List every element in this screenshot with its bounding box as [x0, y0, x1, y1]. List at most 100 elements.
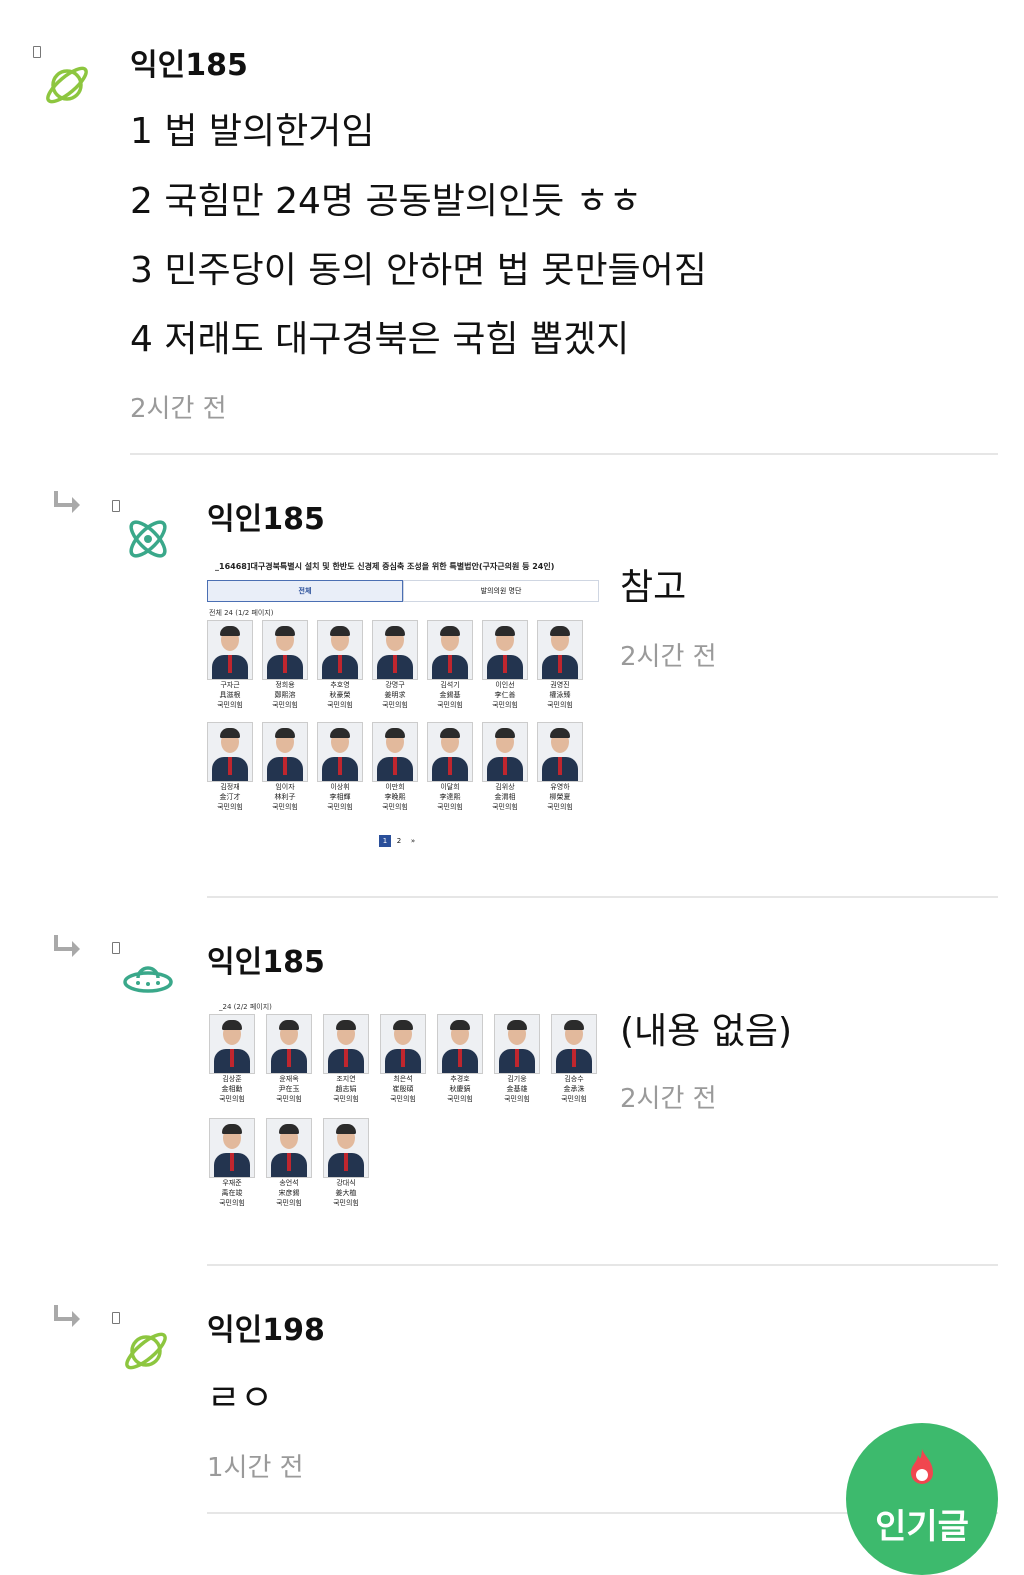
comment-author: 익인185 [207, 502, 325, 537]
tab-all[interactable]: 전체 [207, 580, 403, 602]
member-hanja: 宋彦錫 [278, 1189, 300, 1197]
member-hanja: 林利子 [274, 793, 296, 801]
member-card[interactable]: 이인선 李仁善 국민의힘 [482, 620, 528, 710]
member-card[interactable]: 김기웅 金基雄 국민의힘 [494, 1014, 540, 1104]
member-card[interactable]: 이만희 李晩熙 국민의힘 [372, 722, 418, 812]
planet-icon [42, 60, 92, 110]
member-card[interactable]: 추경호 秋慶鎬 국민의힘 [437, 1014, 483, 1104]
member-name: 이상휘 [330, 783, 350, 791]
menu-indicator-icon[interactable] [112, 1312, 120, 1324]
member-card[interactable]: 김상훈 金相勳 국민의힘 [209, 1014, 255, 1104]
member-card[interactable]: 윤재옥 尹在玉 국민의힘 [266, 1014, 312, 1104]
member-photo [537, 722, 583, 782]
member-party: 국민의힘 [547, 803, 573, 811]
menu-indicator-icon[interactable] [33, 46, 41, 58]
member-hanja: 鄭熙溶 [274, 691, 296, 699]
member-card[interactable]: 김승수 金承洙 국민의힘 [551, 1014, 597, 1104]
attached-image[interactable]: _24 (2/2 페이지) 김상훈 金相勳 국민의힘 윤재옥 尹在玉 국민의힘 조지연 趙志娟… [207, 998, 601, 1218]
member-hanja: 權泳臻 [549, 691, 571, 699]
member-party: 국민의힘 [447, 1095, 473, 1103]
member-name: 권영진 [550, 681, 570, 689]
member-name: 김승수 [564, 1075, 584, 1083]
member-name: 우재준 [222, 1179, 242, 1187]
comment-time: 2시간 전 [620, 1084, 717, 1114]
member-photo [482, 722, 528, 782]
member-card[interactable]: 이상휘 李相輝 국민의힘 [317, 722, 363, 812]
member-grid: 김상훈 金相勳 국민의힘 윤재옥 尹在玉 국민의힘 조지연 趙志娟 국민의힘 최은석 崔殷碩 국민의힘… [209, 1014, 601, 1218]
member-hanja: 姜明求 [384, 691, 406, 699]
member-name: 추호영 [330, 681, 350, 689]
member-card[interactable]: 추호영 秋豪榮 국민의힘 [317, 620, 363, 710]
member-card[interactable]: 김정재 金汀才 국민의힘 [207, 722, 253, 812]
menu-indicator-icon[interactable] [112, 500, 120, 512]
bill-title: _16468]대구경북특별시 설치 및 한반도 신경제 중심축 조성을 위한 특… [215, 562, 555, 571]
member-name: 김상훈 [222, 1075, 242, 1083]
member-photo [207, 620, 253, 680]
member-card[interactable]: 송언석 宋彦錫 국민의힘 [266, 1118, 312, 1208]
comment-line-2: 2 국힘만 24명 공동발의인듯 ㅎㅎ [130, 181, 642, 222]
member-card[interactable]: 유영하 柳榮夏 국민의힘 [537, 722, 583, 812]
member-hanja: 李達熙 [439, 793, 461, 801]
member-card[interactable]: 우재준 禹在竣 국민의힘 [209, 1118, 255, 1208]
member-name: 이인선 [495, 681, 515, 689]
comment-time: 2시간 전 [130, 394, 227, 424]
member-photo [266, 1118, 312, 1178]
next-page[interactable]: » [407, 835, 419, 847]
menu-indicator-icon[interactable] [112, 942, 120, 954]
member-card[interactable]: 권영진 權泳臻 국민의힘 [537, 620, 583, 710]
member-party: 국민의힘 [492, 803, 518, 811]
page-2[interactable]: 2 [393, 835, 405, 847]
tab-sponsor-list[interactable]: 발의의원 명단 [403, 580, 599, 602]
divider [130, 453, 998, 455]
member-party: 국민의힘 [382, 803, 408, 811]
member-photo [482, 620, 528, 680]
member-hanja: 禹在竣 [221, 1189, 243, 1197]
member-hanja: 金相勳 [221, 1085, 243, 1093]
member-photo [209, 1118, 255, 1178]
member-hanja: 崔殷碩 [392, 1085, 414, 1093]
divider [207, 896, 998, 898]
page-1[interactable]: 1 [379, 835, 391, 847]
member-grid: 구자근 具滋根 국민의힘 정희용 鄭熙溶 국민의힘 추호영 秋豪榮 국민의힘 강명구 姜明求 국민의힘… [207, 620, 599, 830]
member-count: 전체 24 (1/2 페이지) [209, 609, 274, 617]
member-name: 강명구 [385, 681, 405, 689]
member-card[interactable]: 임이자 林利子 국민의힘 [262, 722, 308, 812]
member-card[interactable]: 구자근 具滋根 국민의힘 [207, 620, 253, 710]
member-name: 최은석 [393, 1075, 413, 1083]
member-party: 국민의힘 [219, 1095, 245, 1103]
member-name: 김위상 [495, 783, 515, 791]
member-card[interactable]: 정희용 鄭熙溶 국민의힘 [262, 620, 308, 710]
popular-posts-label: 인기글 [875, 1507, 969, 1547]
member-card[interactable]: 강대식 姜大植 국민의힘 [323, 1118, 369, 1208]
member-party: 국민의힘 [437, 803, 463, 811]
attached-image[interactable]: _16468]대구경북특별시 설치 및 한반도 신경제 중심축 조성을 위한 특… [207, 556, 599, 851]
member-hanja: 秋豪榮 [329, 691, 351, 699]
member-party: 국민의힘 [327, 701, 353, 709]
member-party: 국민의힘 [333, 1199, 359, 1207]
member-card[interactable]: 이달희 李達熙 국민의힘 [427, 722, 473, 812]
comment-line-4: 4 저래도 대구경북은 국힘 뽑겠지 [130, 319, 630, 360]
member-card[interactable]: 김위상 金渭相 국민의힘 [482, 722, 528, 812]
member-card[interactable]: 김석기 金錫基 국민의힘 [427, 620, 473, 710]
member-card[interactable]: 최은석 崔殷碩 국민의힘 [380, 1014, 426, 1104]
member-name: 구자근 [220, 681, 240, 689]
member-party: 국민의힘 [327, 803, 353, 811]
member-party: 국민의힘 [217, 701, 243, 709]
member-photo [266, 1014, 312, 1074]
member-photo [209, 1014, 255, 1074]
member-party: 국민의힘 [276, 1095, 302, 1103]
popular-posts-button[interactable]: 인기글 [846, 1423, 998, 1575]
comment-line-3: 3 민주당이 동의 안하면 법 못만들어짐 [130, 250, 707, 291]
member-name: 김정재 [220, 783, 240, 791]
member-photo [317, 620, 363, 680]
member-party: 국민의힘 [272, 803, 298, 811]
member-card[interactable]: 강명구 姜明求 국민의힘 [372, 620, 418, 710]
member-party: 국민의힘 [276, 1199, 302, 1207]
member-card[interactable]: 조지연 趙志娟 국민의힘 [323, 1014, 369, 1104]
member-hanja: 金基雄 [506, 1085, 528, 1093]
member-photo [262, 722, 308, 782]
member-name: 김석기 [440, 681, 460, 689]
member-name: 이만희 [385, 783, 405, 791]
comment-text: (내용 없음) [620, 1011, 793, 1052]
member-count: _24 (2/2 페이지) [219, 1003, 272, 1011]
